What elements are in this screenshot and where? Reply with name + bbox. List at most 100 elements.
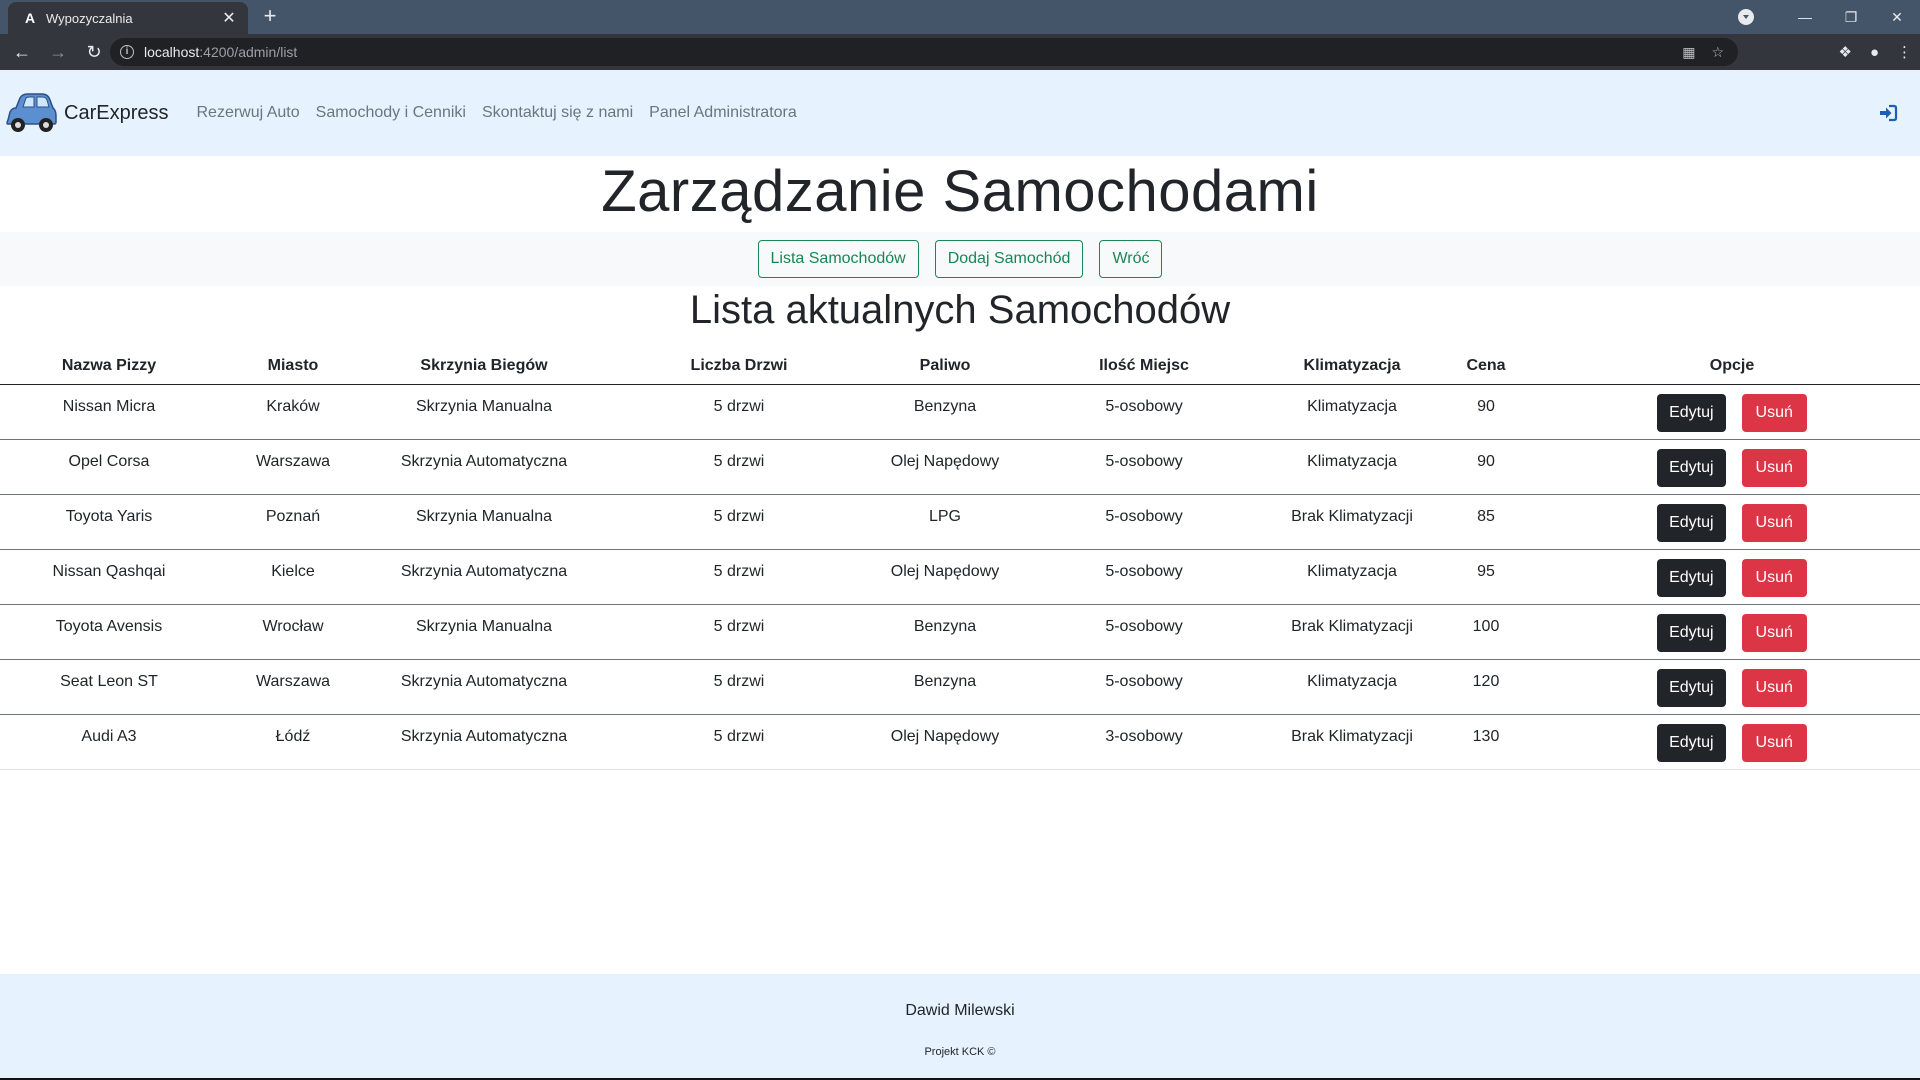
nav-link-kontakt[interactable]: Skontaktuj się z nami (474, 104, 641, 122)
add-car-button[interactable]: Dodaj Samochód (934, 240, 1084, 278)
cell-price: 85 (1428, 494, 1544, 550)
footer-author: Dawid Milewski (905, 1002, 1015, 1019)
app-navbar: CarExpress Rezerwuj Auto Samochody i Cen… (0, 70, 1920, 156)
tab-title: Wypozyczalnia (46, 10, 133, 26)
admin-subnav: Lista Samochodów Dodaj Samochód Wróć (0, 232, 1920, 286)
cell-city: Łódź (218, 714, 368, 770)
cell-gearbox: Skrzynia Automatyczna (368, 659, 600, 715)
edit-button[interactable]: Edytuj (1657, 393, 1726, 432)
cell-fuel: Olej Napędowy (878, 549, 1012, 605)
site-info-icon[interactable]: i (120, 45, 134, 59)
cell-fuel: Benzyna (878, 604, 1012, 660)
cell-city: Kraków (218, 384, 368, 440)
cell-fuel: Benzyna (878, 659, 1012, 715)
cell-city: Warszawa (218, 439, 368, 495)
restore-icon[interactable]: ❐ (1828, 0, 1874, 34)
cell-options: Edytuj Usuń (1544, 659, 1920, 715)
delete-button[interactable]: Usuń (1741, 448, 1807, 487)
cell-price: 120 (1428, 659, 1544, 715)
edit-button[interactable]: Edytuj (1657, 723, 1726, 762)
sign-in-icon[interactable] (1878, 103, 1898, 123)
col-header-name: Nazwa Pizzy (0, 348, 218, 385)
forward-icon[interactable]: → (44, 38, 72, 66)
cell-seats: 5-osobowy (1012, 549, 1276, 605)
cell-options: Edytuj Usuń (1544, 714, 1920, 770)
cell-city: Warszawa (218, 659, 368, 715)
delete-button[interactable]: Usuń (1741, 723, 1807, 762)
nav-link-admin[interactable]: Panel Administratora (641, 104, 805, 122)
reload-icon[interactable]: ↻ (80, 38, 108, 66)
nav-link-rezerwuj[interactable]: Rezerwuj Auto (188, 104, 307, 122)
edit-button[interactable]: Edytuj (1657, 448, 1726, 487)
section-title: Lista aktualnych Samochodów (689, 288, 1231, 332)
cell-fuel: Olej Napędowy (878, 714, 1012, 770)
cell-fuel: Benzyna (878, 384, 1012, 440)
cell-gearbox: Skrzynia Automatyczna (368, 549, 600, 605)
cell-gearbox: Skrzynia Manualna (368, 604, 600, 660)
row-actions: Edytuj Usuń (1544, 613, 1920, 652)
address-bar[interactable]: i localhost :4200/admin/list ▦ ☆ (110, 38, 1738, 66)
cell-doors: 5 drzwi (600, 439, 878, 495)
table-row: Toyota Yaris Poznań Skrzynia Manualna 5 drz… (0, 494, 1920, 550)
browser-toolbar: ← → ↻ i localhost :4200/admin/list ▦ ☆ ❖… (0, 34, 1920, 70)
car-logo-icon (6, 93, 57, 132)
delete-button[interactable]: Usuń (1741, 613, 1807, 652)
menu-kebab-icon[interactable]: ⋮ (1897, 43, 1912, 61)
nav-link-samochody[interactable]: Samochody i Cenniki (308, 104, 474, 122)
row-actions: Edytuj Usuń (1544, 503, 1920, 542)
browser-tab[interactable]: A Wypozyczalnia ✕ (8, 2, 248, 34)
back-button[interactable]: Wróć (1099, 240, 1163, 278)
cell-doors: 5 drzwi (600, 494, 878, 550)
delete-button[interactable]: Usuń (1741, 393, 1807, 432)
delete-button[interactable]: Usuń (1741, 503, 1807, 542)
cell-seats: 5-osobowy (1012, 604, 1276, 660)
cell-doors: 5 drzwi (600, 604, 878, 660)
footer-note: Projekt KCK © (924, 1046, 996, 1058)
brand-name: CarExpress (64, 101, 169, 124)
col-header-options: Opcje (1544, 348, 1920, 385)
cell-options: Edytuj Usuń (1544, 549, 1920, 605)
cell-fuel: LPG (878, 494, 1012, 550)
edit-button[interactable]: Edytuj (1657, 668, 1726, 707)
profile-icon[interactable]: ● (1870, 44, 1879, 61)
cell-seats: 5-osobowy (1012, 494, 1276, 550)
new-tab-icon[interactable]: + (258, 4, 282, 28)
extensions-icon[interactable]: ❖ (1838, 43, 1851, 61)
delete-button[interactable]: Usuń (1741, 668, 1807, 707)
minimize-icon[interactable]: — (1782, 0, 1828, 34)
bookmark-star-icon[interactable]: ☆ (1711, 44, 1724, 61)
cell-city: Kielce (218, 549, 368, 605)
cell-name: Audi A3 (0, 714, 218, 770)
table-row: Seat Leon ST Warszawa Skrzynia Automatyczn… (0, 659, 1920, 715)
cell-price: 100 (1428, 604, 1544, 660)
col-header-fuel: Paliwo (878, 348, 1012, 385)
window-close-icon[interactable]: ✕ (1874, 0, 1920, 34)
cell-seats: 5-osobowy (1012, 384, 1276, 440)
brand-link[interactable]: CarExpress (4, 86, 168, 140)
edit-button[interactable]: Edytuj (1657, 558, 1726, 597)
cell-price: 90 (1428, 439, 1544, 495)
table-row: Nissan Qashqai Kielce Skrzynia Automatyczn… (0, 549, 1920, 605)
cell-name: Toyota Avensis (0, 604, 218, 660)
row-actions: Edytuj Usuń (1544, 668, 1920, 707)
browser-profile-icon[interactable] (1738, 9, 1754, 25)
cell-price: 95 (1428, 549, 1544, 605)
row-actions: Edytuj Usuń (1544, 558, 1920, 597)
cell-gearbox: Skrzynia Manualna (368, 384, 600, 440)
car-list-button[interactable]: Lista Samochodów (757, 240, 919, 278)
edit-button[interactable]: Edytuj (1657, 613, 1726, 652)
translate-icon[interactable]: ▦ (1682, 44, 1695, 61)
cell-fuel: Olej Napędowy (878, 439, 1012, 495)
table-row: Toyota Avensis Wrocław Skrzynia Manualna 5 … (0, 604, 1920, 660)
cell-seats: 5-osobowy (1012, 439, 1276, 495)
col-header-ac: Klimatyzacja (1276, 348, 1428, 385)
url-path: :4200/admin/list (199, 44, 298, 60)
back-icon[interactable]: ← (8, 38, 36, 66)
cell-ac: Klimatyzacja (1276, 659, 1428, 715)
delete-button[interactable]: Usuń (1741, 558, 1807, 597)
cell-ac: Brak Klimatyzacji (1276, 604, 1428, 660)
tab-close-icon[interactable]: ✕ (220, 8, 238, 28)
cell-name: Nissan Micra (0, 384, 218, 440)
cell-ac: Brak Klimatyzacji (1276, 494, 1428, 550)
edit-button[interactable]: Edytuj (1657, 503, 1726, 542)
